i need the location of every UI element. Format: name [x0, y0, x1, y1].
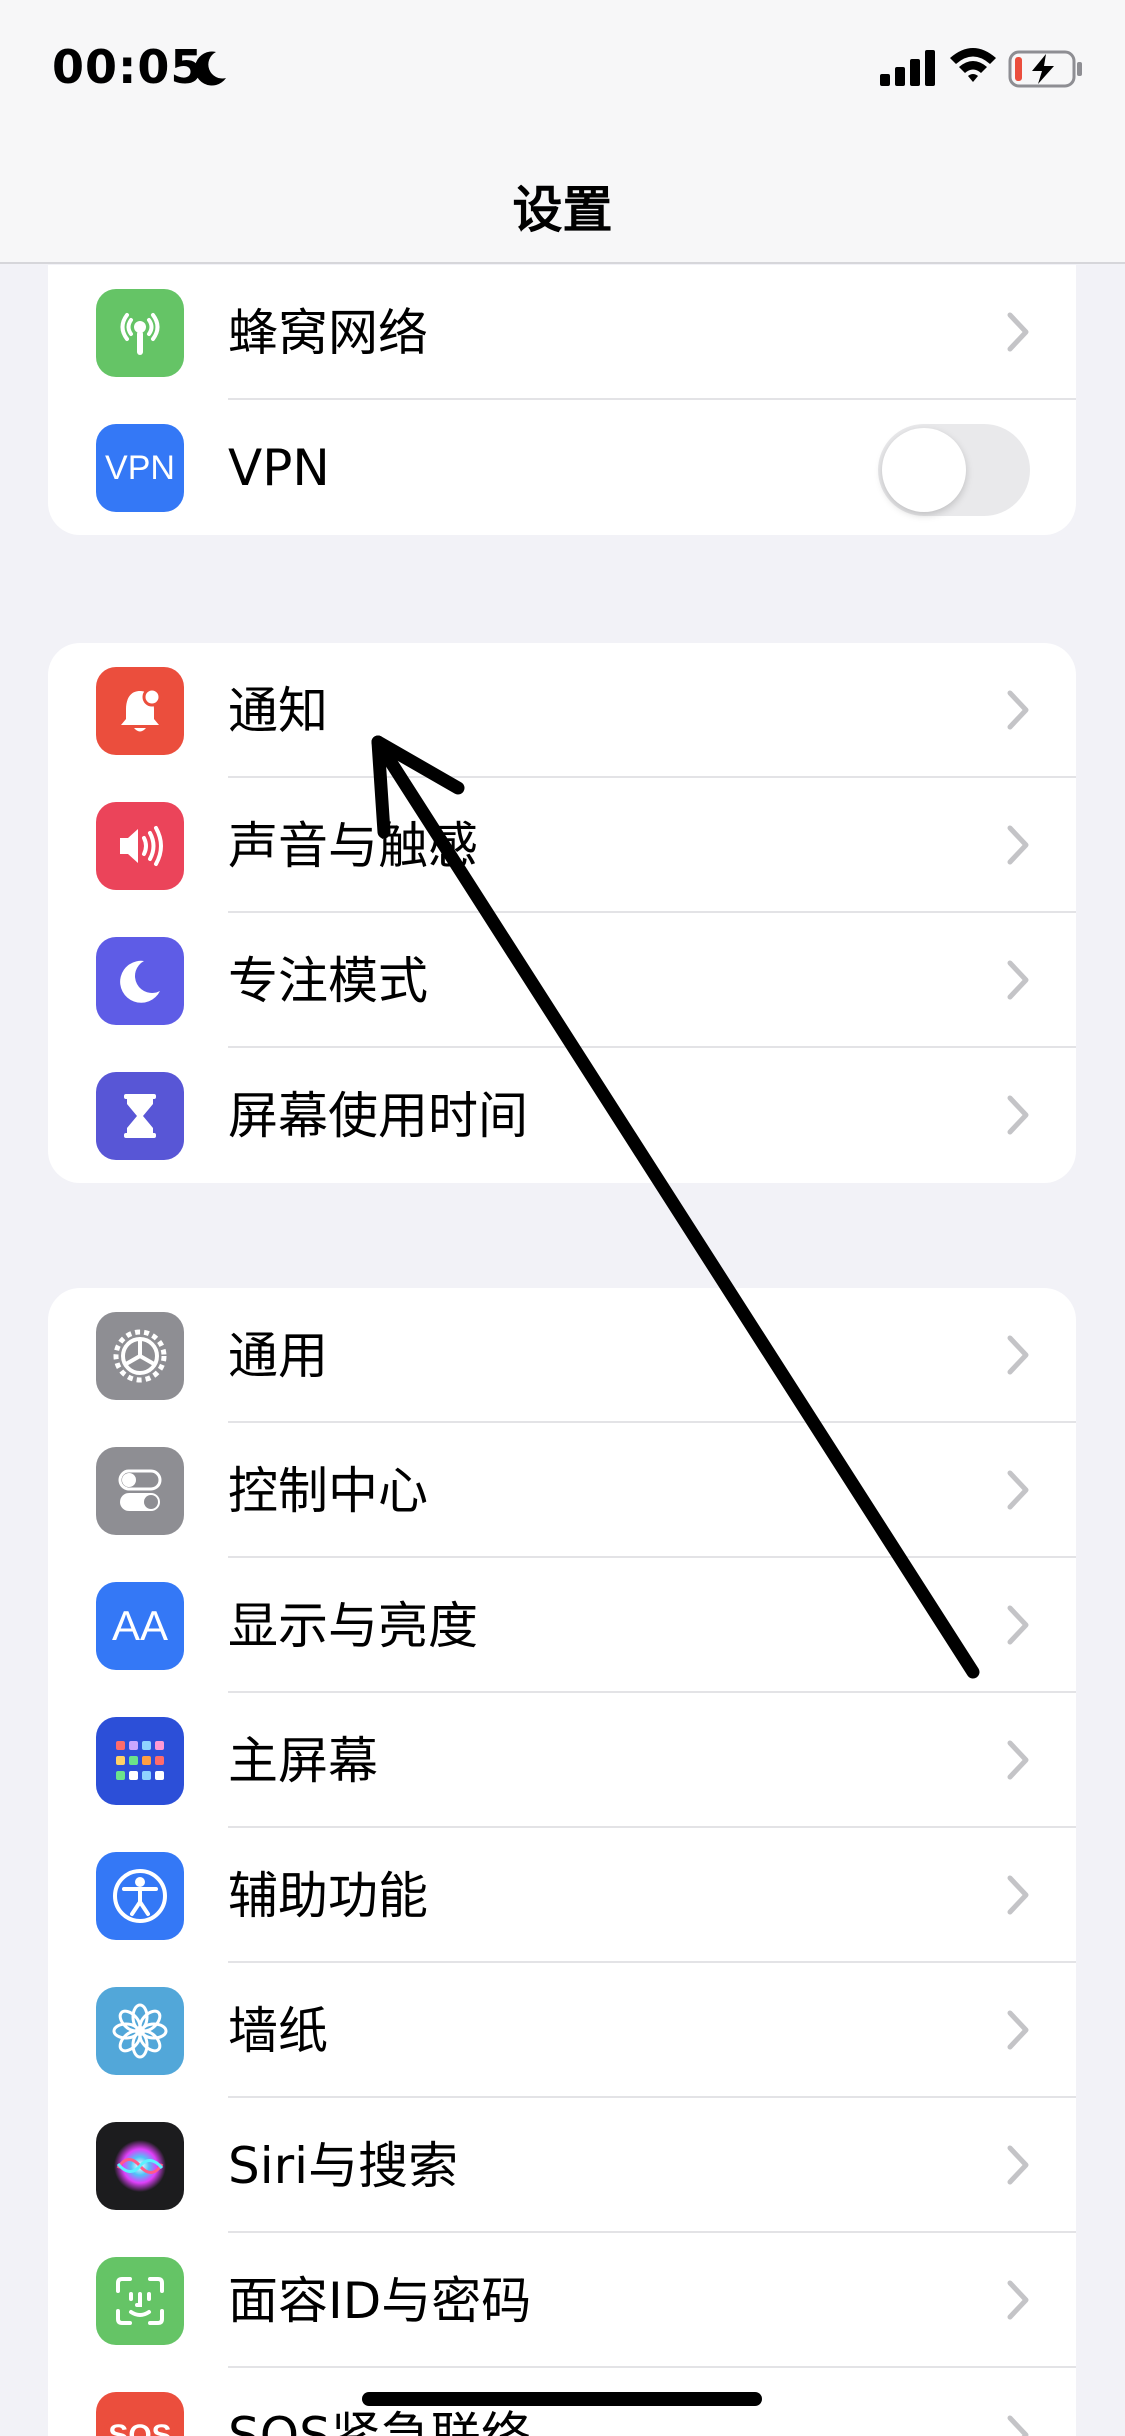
home-indicator[interactable]	[362, 2392, 762, 2406]
annotation-arrow	[371, 735, 980, 1679]
